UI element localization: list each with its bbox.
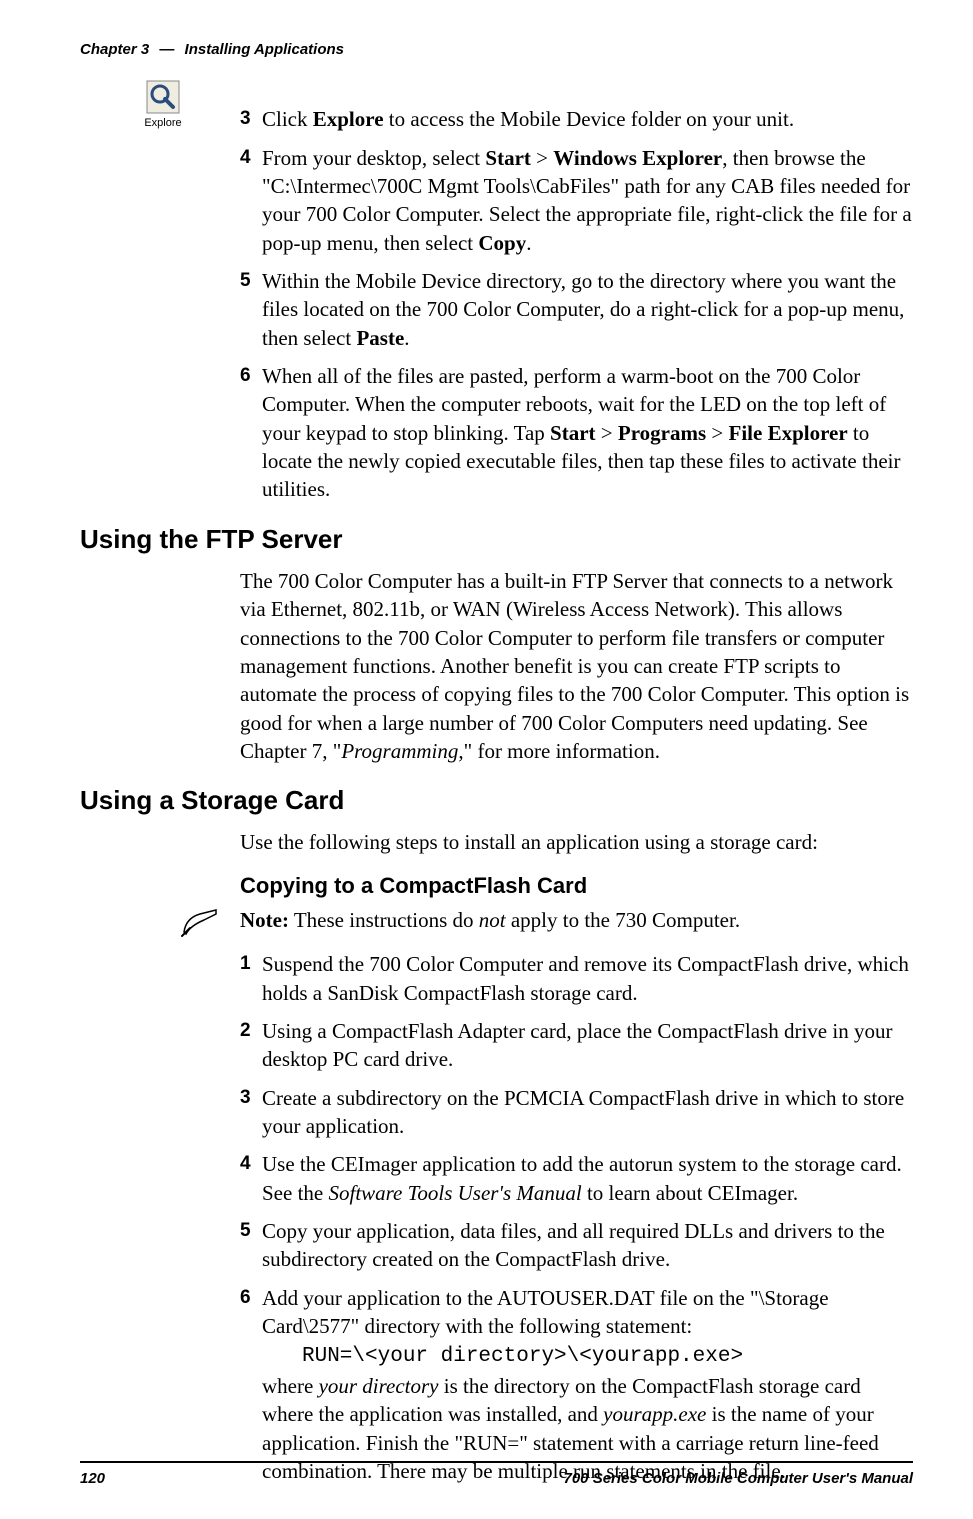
step-text: From your desktop, select Start > Window… xyxy=(262,144,913,257)
step-number: 4 xyxy=(240,144,262,257)
step-text: Using a CompactFlash Adapter card, place… xyxy=(262,1017,913,1074)
page-number: 120 xyxy=(80,1469,105,1489)
explore-app-icon: Explore xyxy=(140,80,186,131)
cf-step-4: 4 Use the CEImager application to add th… xyxy=(240,1150,913,1207)
separator: — xyxy=(159,41,174,58)
step-number: 1 xyxy=(240,950,262,1007)
heading-ftp: Using the FTP Server xyxy=(80,522,913,557)
cf-step-1: 1 Suspend the 700 Color Computer and rem… xyxy=(240,950,913,1007)
cf-step-6: 6 Add your application to the AUTOUSER.D… xyxy=(240,1284,913,1485)
step-text: When all of the files are pasted, perfor… xyxy=(262,362,913,504)
chapter-label: Chapter 3 xyxy=(80,41,149,58)
note-text: Note: These instructions do not apply to… xyxy=(240,906,913,934)
heading-storage: Using a Storage Card xyxy=(80,783,913,818)
body-column: 3 Click Explore to access the Mobile Dev… xyxy=(240,105,913,1485)
step-text: Use the CEImager application to add the … xyxy=(262,1150,913,1207)
step-text: Within the Mobile Device directory, go t… xyxy=(262,267,913,352)
step-3: 3 Click Explore to access the Mobile Dev… xyxy=(240,105,913,133)
heading-cf-copy: Copying to a CompactFlash Card xyxy=(240,871,913,901)
cf-step-2: 2 Using a CompactFlash Adapter card, pla… xyxy=(240,1017,913,1074)
step-6: 6 When all of the files are pasted, perf… xyxy=(240,362,913,504)
magnifier-icon xyxy=(146,80,180,114)
step-4: 4 From your desktop, select Start > Wind… xyxy=(240,144,913,257)
step-number: 5 xyxy=(240,267,262,352)
cf-step-3: 3 Create a subdirectory on the PCMCIA Co… xyxy=(240,1084,913,1141)
step-number: 2 xyxy=(240,1017,262,1074)
explore-label: Explore xyxy=(140,116,186,131)
page-footer: 120 700 Series Color Mobile Computer Use… xyxy=(80,1461,913,1489)
step-5: 5 Within the Mobile Device directory, go… xyxy=(240,267,913,352)
ftp-body: The 700 Color Computer has a built-in FT… xyxy=(240,567,913,765)
step-text: Add your application to the AUTOUSER.DAT… xyxy=(262,1284,913,1485)
running-head: Chapter 3 — Installing Applications xyxy=(80,40,913,60)
step-number: 6 xyxy=(240,1284,262,1485)
step-text: Create a subdirectory on the PCMCIA Comp… xyxy=(262,1084,913,1141)
step-number: 3 xyxy=(240,1084,262,1141)
step-number: 4 xyxy=(240,1150,262,1207)
step-number: 5 xyxy=(240,1217,262,1274)
storage-intro: Use the following steps to install an ap… xyxy=(240,828,913,856)
note: Note: These instructions do not apply to… xyxy=(160,906,913,938)
chapter-title: Installing Applications xyxy=(185,41,344,58)
step-number: 3 xyxy=(240,105,262,133)
code-line: RUN=\<your directory>\<yourapp.exe> xyxy=(302,1345,743,1368)
step-text: Copy your application, data files, and a… xyxy=(262,1217,913,1274)
step-number: 6 xyxy=(240,362,262,504)
cf-step-5: 5 Copy your application, data files, and… xyxy=(240,1217,913,1274)
step-text: Click Explore to access the Mobile Devic… xyxy=(262,105,913,133)
note-icon xyxy=(160,906,240,938)
manual-title: 700 Series Color Mobile Computer User's … xyxy=(564,1469,914,1489)
step-text: Suspend the 700 Color Computer and remov… xyxy=(262,950,913,1007)
